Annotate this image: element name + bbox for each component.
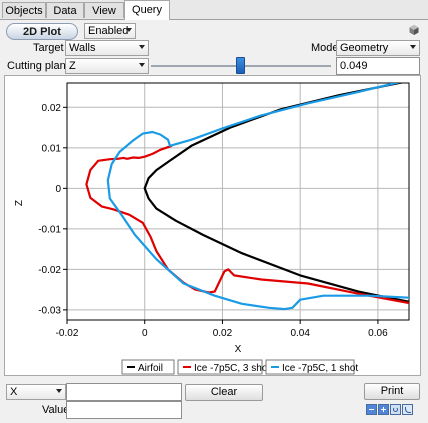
- mode-select[interactable]: Geometry: [336, 40, 420, 56]
- chevron-down-icon: [410, 45, 416, 49]
- cutting-plane-select[interactable]: Z: [65, 58, 149, 74]
- y-tick-label: -0.02: [38, 265, 61, 276]
- x-tick-label: 0.06: [368, 328, 388, 339]
- chevron-down-icon: [139, 63, 145, 67]
- pan-icon[interactable]: [402, 404, 413, 415]
- zoom-in-icon[interactable]: [378, 404, 389, 415]
- legend-label-ice-3-shot: Ice -7p5C, 3 shot: [194, 363, 270, 374]
- series-line-0: [143, 83, 409, 303]
- x-tick-label: 0.04: [290, 328, 310, 339]
- tab-query[interactable]: Query: [124, 0, 170, 20]
- plot-type-label: 2D Plot: [6, 23, 78, 40]
- plane-position-input[interactable]: 0.049: [336, 57, 420, 75]
- chevron-down-icon: [139, 45, 145, 49]
- mode-select-value: Geometry: [340, 42, 389, 54]
- y-tick-label: -0.03: [38, 305, 61, 316]
- plot-series: [85, 83, 409, 311]
- clear-button[interactable]: Clear: [185, 384, 263, 401]
- series-line-1: [85, 144, 409, 305]
- tab-view[interactable]: View: [84, 2, 124, 18]
- plot-canvas[interactable]: -0.02 0 0.02 0.04 0.06 0.020.010-0.01-0.02-0…: [4, 75, 421, 376]
- query-axis-select-value: X: [10, 386, 18, 398]
- cutting-plane-select-value: Z: [69, 60, 76, 72]
- chevron-down-icon: [56, 389, 62, 393]
- y-tick-label: 0: [55, 184, 61, 195]
- reset-view-icon[interactable]: [390, 404, 401, 415]
- cutting-plane-label: Cutting plane: [7, 60, 72, 72]
- zoom-out-icon[interactable]: [366, 404, 377, 415]
- target-label: Target: [33, 42, 64, 54]
- query-axis-select[interactable]: X: [6, 384, 66, 400]
- y-tick-label: -0.01: [38, 224, 61, 235]
- chevron-down-icon: [126, 28, 132, 32]
- print-button[interactable]: Print: [364, 383, 420, 400]
- target-select[interactable]: Walls: [65, 40, 149, 56]
- y-tick-label: 0.02: [42, 103, 62, 114]
- enabled-select-value: Enabled: [88, 25, 129, 37]
- mode-label: Mode: [311, 42, 339, 54]
- query-coordinate-input[interactable]: [66, 383, 182, 401]
- y-axis-label: Z: [14, 200, 25, 206]
- tab-objects[interactable]: Objects: [2, 2, 46, 18]
- plane-slider-handle[interactable]: [236, 57, 245, 74]
- series-line-2: [106, 83, 409, 311]
- y-axis: 0.02 0.01 0 -0.01 -0.02 -0.03: [38, 103, 67, 316]
- x-axis-label: X: [235, 344, 242, 355]
- gear-icon[interactable]: [408, 24, 420, 36]
- x-tick-label: 0: [142, 328, 148, 339]
- legend-label-ice-1-shot: Ice -7p5C, 1 shot: [282, 363, 358, 374]
- target-select-value: Walls: [69, 42, 96, 54]
- x-tick-label: 0.02: [213, 328, 233, 339]
- plot-grid: [66, 83, 409, 320]
- legend-label-airfoil: Airfoil: [138, 363, 163, 374]
- legend: Airfoil Ice -7p5C, 3 shot Ice -7p5C, 1 s…: [121, 359, 358, 375]
- enabled-select[interactable]: Enabled: [84, 23, 136, 39]
- x-axis: -0.02 0 0.02 0.04 0.06: [56, 320, 388, 339]
- x-tick-label: -0.02: [56, 328, 79, 339]
- plot-area: [66, 82, 410, 321]
- tab-data[interactable]: Data: [46, 2, 84, 18]
- y-tick-label: 0.01: [42, 143, 62, 154]
- value-output: [66, 401, 182, 419]
